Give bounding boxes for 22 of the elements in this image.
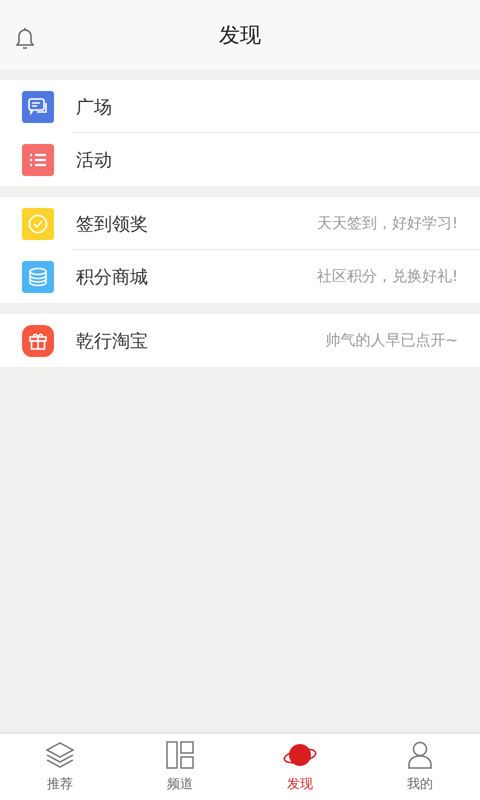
menu-item[interactable]: 活动: [76, 148, 480, 172]
gift-icon: [28, 330, 48, 350]
layers-icon: [45, 741, 75, 769]
database-icon: [28, 266, 48, 286]
nav-tab[interactable]: 频道: [120, 734, 240, 800]
check-circle-icon: [28, 214, 48, 234]
menu-item[interactable]: 签到领奖: [76, 212, 317, 236]
menu-item[interactable]: 乾行淘宝: [76, 328, 326, 352]
person-icon: [407, 741, 433, 769]
nav-tab[interactable]: 推荐: [0, 734, 120, 800]
nav-tab[interactable]: 我的: [360, 734, 480, 800]
chat-icon: [27, 96, 49, 116]
planet-icon: [282, 741, 318, 769]
nav-tab[interactable]: 发现: [240, 734, 360, 800]
menu-item[interactable]: 广场: [76, 94, 480, 118]
item-hint: 天天签到，好好学习!: [316, 214, 458, 233]
grid-icon: [166, 741, 194, 769]
item-hint: 社区积分，兑换好礼!: [316, 267, 458, 286]
menu-item[interactable]: 积分商城: [76, 264, 317, 288]
item-hint: 帅气的人早已点开~: [325, 331, 458, 350]
list-icon: [29, 152, 47, 166]
page-title: 发现: [219, 22, 261, 49]
